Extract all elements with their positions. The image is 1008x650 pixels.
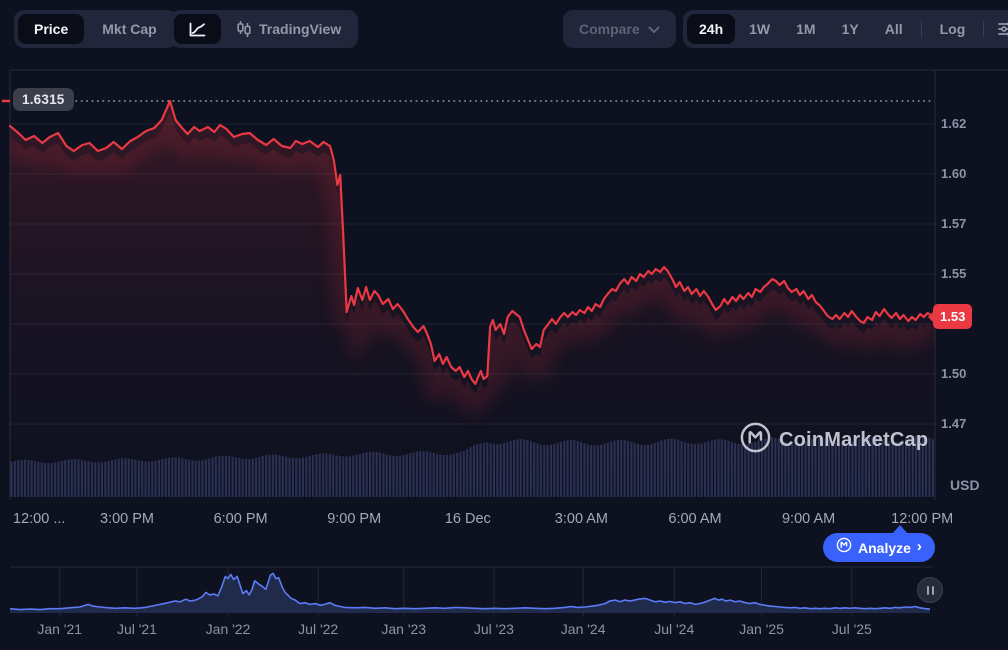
range-toggle-group: 24h1W1M1YAll Log xyxy=(683,10,1008,48)
line-chart-icon xyxy=(189,22,206,37)
metric-toggle-price[interactable]: Price xyxy=(18,14,84,44)
chevron-right-icon: › xyxy=(917,538,922,555)
range-button-all[interactable]: All xyxy=(873,14,915,44)
candlestick-icon xyxy=(236,20,252,39)
metric-toggle-mkt-cap[interactable]: Mkt Cap xyxy=(86,14,172,44)
price-tick-label: 1.47 xyxy=(941,416,966,431)
tradingview-label: TradingView xyxy=(259,21,341,37)
coinmarketcap-watermark: CoinMarketCap xyxy=(739,421,928,460)
metric-toggle-group: PriceMkt Cap xyxy=(14,10,177,48)
toolbar-divider xyxy=(921,21,922,37)
coinmarketcap-logo-icon xyxy=(739,421,772,460)
chevron-down-icon xyxy=(648,21,660,37)
mini-time-tick-label: Jul '25 xyxy=(832,621,872,637)
high-price-label: 1.6315 xyxy=(13,88,74,111)
compare-button[interactable]: Compare xyxy=(563,10,676,48)
mini-time-tick-label: Jul '24 xyxy=(654,621,694,637)
compare-label: Compare xyxy=(579,21,640,37)
time-tick-label: 3:00 PM xyxy=(100,511,154,527)
time-tick-label: 12:00 ... xyxy=(13,511,65,527)
time-tick-label: 6:00 PM xyxy=(214,511,268,527)
mini-overview-series xyxy=(10,573,930,613)
mini-time-tick-label: Jan '24 xyxy=(561,621,606,637)
toolbar-divider xyxy=(983,21,984,37)
mini-time-tick-label: Jan '23 xyxy=(381,621,426,637)
mini-time-tick-label: Jul '21 xyxy=(117,621,157,637)
price-tick-label: 1.62 xyxy=(941,116,966,131)
price-tick-label: 1.57 xyxy=(941,216,966,231)
analyze-button[interactable]: Analyze › xyxy=(823,533,935,562)
price-tick-label: 1.60 xyxy=(941,166,966,181)
mini-time-tick-label: Jul '22 xyxy=(298,621,338,637)
range-button-1y[interactable]: 1Y xyxy=(830,14,871,44)
mini-time-tick-label: Jan '21 xyxy=(37,621,82,637)
range-button-1m[interactable]: 1M xyxy=(784,14,827,44)
range-button-24h[interactable]: 24h xyxy=(687,14,735,44)
current-price-badge: 1.53 xyxy=(933,304,972,329)
mini-time-tick-label: Jan '22 xyxy=(206,621,251,637)
mini-time-tick-label: Jan '25 xyxy=(739,621,784,637)
chart-type-toggle-group: TradingView xyxy=(170,10,358,48)
price-tick-label: 1.55 xyxy=(941,266,966,281)
chart-settings-button[interactable] xyxy=(990,14,1008,44)
range-button-1w[interactable]: 1W xyxy=(737,14,782,44)
time-tick-label: 9:00 PM xyxy=(327,511,381,527)
range-drag-handle[interactable] xyxy=(917,577,943,603)
axis-unit-label: USD xyxy=(950,477,980,493)
time-tick-label: 16 Dec xyxy=(445,511,491,527)
time-tick-label: 9:00 AM xyxy=(782,511,835,527)
log-scale-button[interactable]: Log xyxy=(928,14,978,44)
sliders-icon xyxy=(997,20,1008,38)
mini-line xyxy=(10,573,930,609)
tradingview-mode-button[interactable]: TradingView xyxy=(223,14,354,44)
watermark-text: CoinMarketCap xyxy=(779,429,928,452)
time-tick-label: 3:00 AM xyxy=(555,511,608,527)
mini-time-tick-label: Jul '23 xyxy=(474,621,514,637)
time-tick-label: 6:00 AM xyxy=(668,511,721,527)
analyze-label: Analyze xyxy=(858,540,911,556)
line-chart-mode-button[interactable] xyxy=(174,14,221,44)
analyze-logo-icon xyxy=(836,537,852,558)
price-tick-label: 1.50 xyxy=(941,366,966,381)
